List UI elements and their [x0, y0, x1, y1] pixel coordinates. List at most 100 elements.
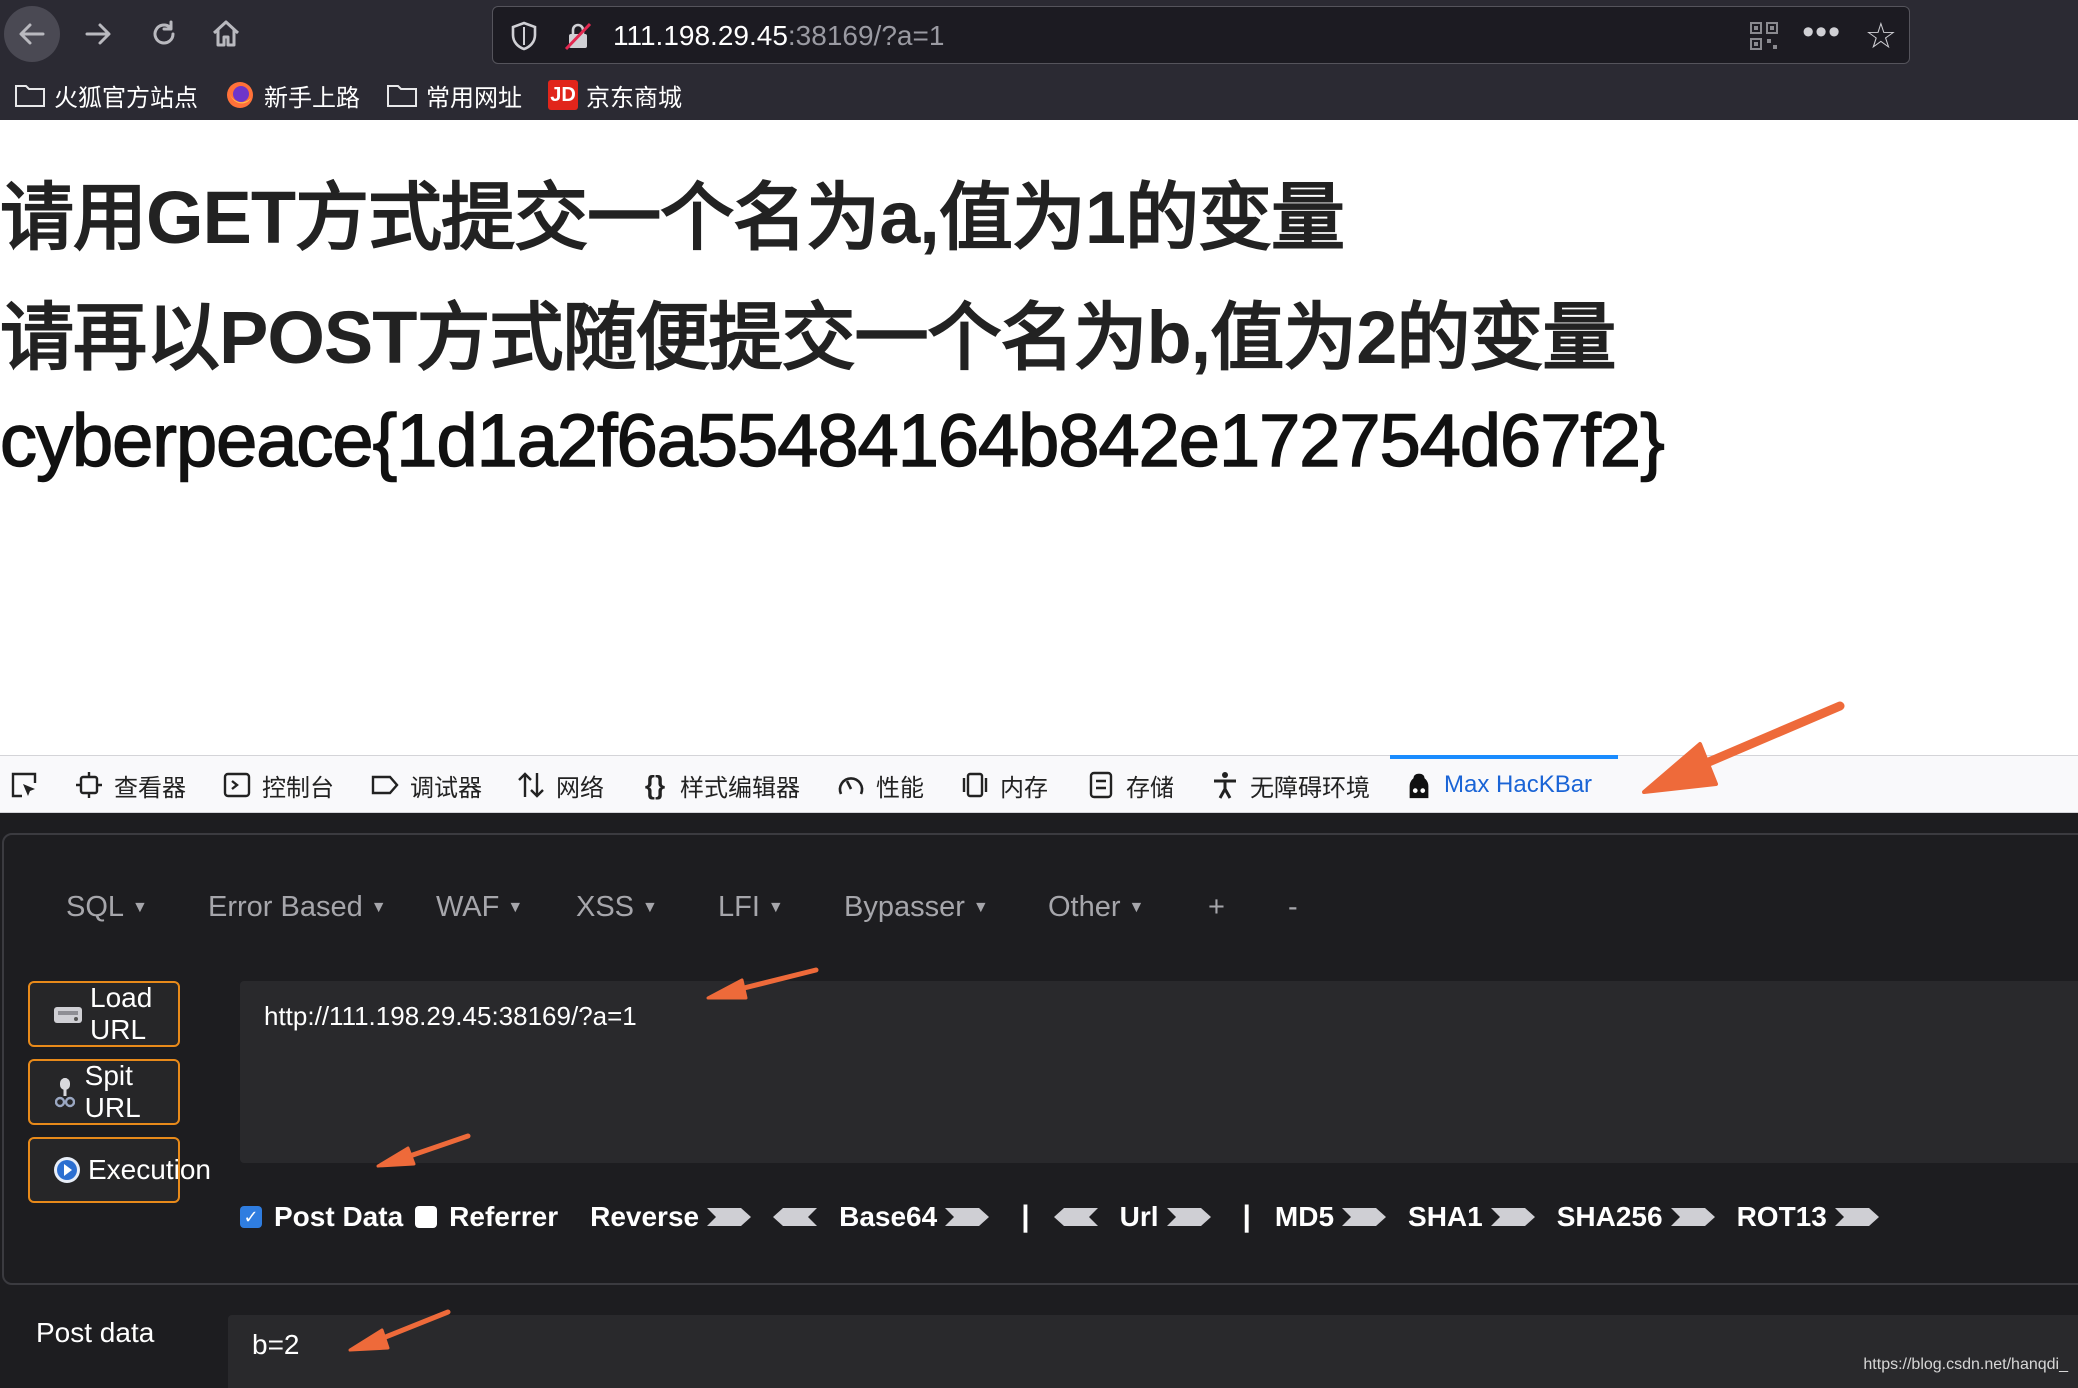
arrow-left-icon[interactable] — [773, 1206, 818, 1228]
tab-label: 性能 — [876, 774, 924, 802]
reload-button[interactable] — [136, 6, 192, 62]
split-url-button[interactable]: Spit URL — [28, 1059, 180, 1125]
sha256-button[interactable]: SHA256 — [1557, 1201, 1737, 1233]
browser-toolbar: 111.198.29.45:38169/?a=1 ••• ☆ 火狐官方站点 新手… — [0, 0, 2078, 120]
tab-memory[interactable]: 内存 — [960, 756, 1048, 814]
arrow-left-icon — [19, 23, 45, 45]
remove-tab-button[interactable]: - — [1288, 891, 1298, 924]
tab-style-editor[interactable]: {} 样式编辑器 — [640, 756, 800, 814]
url-textarea[interactable]: http://111.198.29.45:38169/?a=1 — [240, 981, 2078, 1163]
option-label: Base64 — [839, 1201, 938, 1232]
menu-xss[interactable]: XSS ▼ — [576, 891, 658, 924]
menu-lfi[interactable]: LFI ▼ — [718, 891, 784, 924]
menu-label: LFI — [718, 891, 760, 923]
menu-label: Error Based — [208, 891, 363, 923]
active-tab-indicator — [1390, 755, 1618, 759]
post-data-textarea[interactable]: b=2 — [228, 1315, 2078, 1388]
folder-icon — [14, 81, 46, 109]
option-label: Post Data — [274, 1201, 404, 1232]
options-row: ✓ Post Data Referrer Reverse Base64 | Ur… — [240, 1195, 1901, 1239]
tab-console[interactable]: 控制台 — [222, 756, 334, 814]
bookmarks-toolbar: 火狐官方站点 新手上路 常用网址 JD 京东商城 — [0, 74, 694, 116]
menu-waf[interactable]: WAF ▼ — [436, 891, 523, 924]
shield-icon[interactable] — [507, 19, 541, 53]
tab-accessibility[interactable]: 无障碍环境 — [1210, 756, 1370, 814]
tab-storage[interactable]: 存储 — [1086, 756, 1174, 814]
load-url-button[interactable]: Load URL — [28, 981, 180, 1047]
menu-other[interactable]: Other ▼ — [1048, 891, 1144, 924]
url-host: 111.198.29.45 — [613, 20, 788, 51]
flag-text: cyberpeace{1d1a2f6a55484164b842e172754d6… — [0, 398, 1665, 482]
arrow-left-icon[interactable] — [1053, 1206, 1098, 1228]
tab-inspector[interactable]: 查看器 — [74, 756, 186, 814]
menu-label: Bypasser — [844, 891, 965, 923]
bookmark-label: 新手上路 — [264, 84, 360, 112]
hackbar-panel: SQL ▼ Error Based ▼ WAF ▼ XSS ▼ LFI ▼ Bypasse… — [0, 813, 2078, 1388]
bookmark-item[interactable]: JD 京东商城 — [548, 78, 682, 113]
button-label: Load URL — [90, 982, 153, 1045]
more-actions-icon[interactable]: ••• — [1802, 13, 1841, 52]
home-button[interactable] — [198, 6, 254, 62]
bookmark-label: 常用网址 — [426, 84, 522, 112]
rot13-button[interactable]: ROT13 — [1737, 1201, 1901, 1233]
performance-icon — [836, 770, 866, 800]
qr-code-icon[interactable] — [1749, 21, 1779, 51]
tab-debugger[interactable]: 调试器 — [370, 756, 482, 814]
storage-icon — [1086, 770, 1116, 800]
menu-sql[interactable]: SQL ▼ — [66, 891, 148, 924]
caret-down-icon: ▼ — [972, 899, 989, 917]
address-bar[interactable]: 111.198.29.45:38169/?a=1 ••• ☆ — [492, 6, 1910, 64]
md5-button[interactable]: MD5 — [1275, 1201, 1408, 1233]
option-label: Referrer — [449, 1201, 559, 1232]
url-encode-button[interactable]: Url — [1120, 1201, 1233, 1233]
url-text[interactable]: 111.198.29.45:38169/?a=1 — [613, 20, 944, 52]
element-picker-button[interactable] — [8, 756, 40, 814]
tab-label: 查看器 — [114, 774, 186, 802]
bookmark-item[interactable]: 新手上路 — [224, 78, 360, 113]
referrer-option[interactable]: Referrer — [415, 1201, 558, 1233]
bookmark-star-icon[interactable]: ☆ — [1865, 15, 1897, 57]
caret-down-icon: ▼ — [507, 899, 524, 917]
option-label: SHA1 — [1408, 1201, 1483, 1232]
scissors-icon — [52, 1076, 79, 1108]
option-label: ROT13 — [1736, 1201, 1827, 1232]
referrer-checkbox[interactable] — [415, 1206, 438, 1228]
menu-label: XSS — [576, 891, 635, 923]
option-label: Url — [1119, 1201, 1159, 1232]
tab-performance[interactable]: 性能 — [836, 756, 924, 814]
bookmark-item[interactable]: 常用网址 — [386, 78, 522, 113]
arrow-right-icon — [945, 1208, 990, 1226]
execution-button[interactable]: Execution — [28, 1137, 211, 1203]
menu-error-based[interactable]: Error Based ▼ — [208, 891, 387, 924]
reload-icon — [153, 20, 175, 45]
firefox-icon — [224, 81, 256, 109]
post-data-option[interactable]: ✓ Post Data — [240, 1201, 403, 1233]
caret-down-icon: ▼ — [132, 899, 148, 917]
add-tab-button[interactable]: + — [1208, 891, 1225, 924]
forward-button[interactable] — [70, 6, 126, 62]
drive-icon — [52, 998, 84, 1030]
tab-label: Max HacKBar — [1444, 771, 1593, 798]
bookmark-label: 京东商城 — [586, 84, 682, 112]
instruction-get: 请用GET方式提交一个名为a,值为1的变量 — [0, 176, 1345, 259]
insecure-lock-icon[interactable] — [561, 19, 595, 53]
hackbar-icon — [1404, 770, 1434, 800]
tab-label: 调试器 — [410, 774, 482, 802]
option-label: Reverse — [590, 1201, 700, 1232]
menu-bypasser[interactable]: Bypasser ▼ — [844, 891, 989, 924]
tab-max-hackbar[interactable]: Max HacKBar — [1404, 756, 1592, 814]
separator: | — [1242, 1200, 1251, 1233]
home-icon — [212, 20, 240, 47]
folder-icon — [386, 81, 418, 109]
tab-network[interactable]: 网络 — [516, 756, 604, 814]
base64-button[interactable]: Base64 — [839, 1201, 1011, 1233]
reverse-button[interactable]: Reverse — [590, 1201, 773, 1233]
inspector-icon — [74, 770, 104, 800]
post-data-checkbox[interactable]: ✓ — [240, 1206, 262, 1228]
sha1-button[interactable]: SHA1 — [1408, 1201, 1557, 1233]
instruction-post: 请再以POST方式随便提交一个名为b,值为2的变量 — [0, 296, 1616, 379]
accessibility-icon — [1210, 770, 1240, 800]
bookmark-item[interactable]: 火狐官方站点 — [14, 78, 198, 113]
back-button[interactable] — [4, 6, 60, 62]
network-icon — [516, 770, 546, 800]
